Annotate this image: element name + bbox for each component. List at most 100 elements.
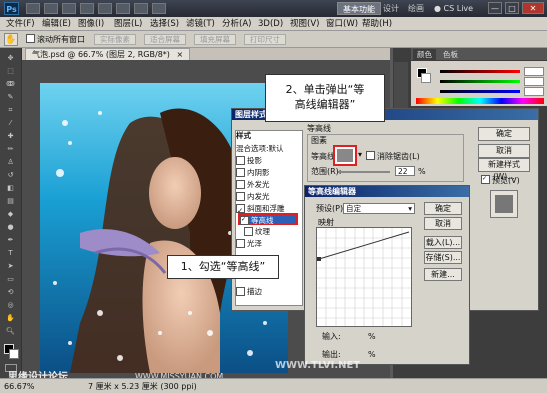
style-inner-shadow[interactable]: 内阴影 [236, 167, 300, 179]
actual-pixels-button[interactable]: 实际像素 [94, 34, 136, 45]
quick-select-tool-icon[interactable]: ✎ [3, 93, 18, 102]
green-value-field[interactable] [524, 77, 544, 86]
view-extras-icon[interactable] [62, 3, 76, 14]
contour-load-button[interactable]: 载入(L)... [424, 236, 462, 249]
tab-color[interactable]: 颜色 [413, 49, 436, 60]
zoom-level-icon[interactable] [80, 3, 94, 14]
dodge-tool-icon[interactable]: ● [3, 223, 18, 232]
eyedropper-tool-icon[interactable]: ⁄ [3, 119, 18, 128]
color-spectrum-bar[interactable] [416, 98, 544, 104]
new-style-button[interactable]: 新建样式(W)... [478, 158, 530, 181]
panel-background-swatch[interactable] [421, 73, 431, 83]
menu-window[interactable]: 窗口(W) [326, 18, 358, 30]
3d-rotate-tool-icon[interactable]: ⟲ [3, 288, 18, 297]
marquee-tool-icon[interactable]: ⬚ [3, 67, 18, 76]
blue-value-field[interactable] [524, 87, 544, 96]
menu-help[interactable]: 帮助(H) [362, 18, 392, 30]
antialias-checkbox[interactable]: 消除锯齿(L) [366, 151, 420, 162]
healing-tool-icon[interactable]: ✚ [3, 132, 18, 141]
style-texture[interactable]: 纹理 [244, 226, 308, 238]
contour-graph[interactable] [316, 227, 412, 327]
move-tool-icon[interactable]: ✥ [3, 54, 18, 63]
rotate-view-icon[interactable] [116, 3, 130, 14]
green-slider[interactable] [440, 80, 520, 83]
workspace-essentials[interactable]: 基本功能 [337, 2, 381, 15]
gradient-tool-icon[interactable]: ▤ [3, 197, 18, 206]
cs-live-button[interactable]: ● CS Live [434, 2, 473, 15]
style-drop-shadow[interactable]: 投影 [236, 155, 300, 167]
output-label: 输出: [322, 350, 341, 359]
contour-new-button[interactable]: 新建... [424, 268, 462, 281]
close-tab-icon[interactable]: × [176, 50, 183, 59]
scroll-all-windows-checkbox[interactable]: 滚动所有窗口 [26, 34, 85, 45]
contour-picker[interactable] [333, 145, 357, 166]
contour-dropdown-arrow[interactable]: ▾ [358, 150, 362, 160]
contour-save-button[interactable]: 存储(S)... [424, 251, 462, 264]
type-tool-icon[interactable]: T [3, 249, 18, 258]
mini-bridge-icon[interactable] [44, 3, 58, 14]
stamp-tool-icon[interactable]: ♙ [3, 158, 18, 167]
background-color-swatch[interactable] [9, 349, 19, 359]
history-brush-tool-icon[interactable]: ↺ [3, 171, 18, 180]
style-contour[interactable]: ✓ 等高线 [238, 213, 298, 225]
layer-style-ok-button[interactable]: 确定 [478, 127, 530, 141]
hand-tool-icon[interactable]: ✋ [3, 314, 18, 323]
menu-filter[interactable]: 滤镜(T) [186, 18, 215, 30]
menu-edit[interactable]: 编辑(E) [42, 18, 71, 30]
blue-slider[interactable] [440, 90, 520, 93]
bridge-icon[interactable] [26, 3, 40, 14]
style-satin[interactable]: 光泽 [236, 238, 300, 250]
cs-live-icon: ● [434, 4, 441, 13]
menu-file[interactable]: 文件(F) [6, 18, 35, 30]
cs-live-label: CS Live [443, 4, 474, 13]
blur-tool-icon[interactable]: ◆ [3, 210, 18, 219]
screen-mode-icon[interactable] [152, 3, 166, 14]
workspace-design[interactable]: 设计 [378, 2, 404, 15]
menu-view[interactable]: 视图(V) [290, 18, 319, 30]
contour-ok-button[interactable]: 确定 [424, 202, 462, 215]
hand-tool-icon[interactable]: ✋ [4, 33, 18, 46]
red-slider[interactable] [440, 70, 520, 73]
fill-screen-button[interactable]: 填充屏幕 [194, 34, 236, 45]
zoom-level[interactable]: 66.67% [4, 382, 35, 392]
range-slider[interactable] [338, 171, 390, 173]
menu-select[interactable]: 选择(S) [150, 18, 179, 30]
eraser-tool-icon[interactable]: ◧ [3, 184, 18, 193]
menu-3d[interactable]: 3D(D) [258, 18, 283, 30]
preview-checkbox[interactable]: ✓ 预览(V) [481, 175, 520, 186]
tools-panel: ✥ ⬚ ↂ ✎ ⌗ ⁄ ✚ ✏ ♙ ↺ ◧ ▤ ◆ ● ✒ T ➤ ▭ ⟲ ◎ … [0, 48, 22, 378]
crop-tool-icon[interactable]: ⌗ [3, 106, 18, 115]
workspace-painting[interactable]: 绘画 [403, 2, 429, 15]
tab-swatches[interactable]: 色板 [439, 49, 462, 60]
contour-editor-title: 等高线编辑器 [305, 186, 469, 197]
layer-style-cancel-button[interactable]: 取消 [478, 144, 530, 158]
hand-icon[interactable] [98, 3, 112, 14]
style-stroke[interactable]: 描边 [236, 286, 300, 298]
pen-tool-icon[interactable]: ✒ [3, 236, 18, 245]
minimize-button[interactable]: — [488, 2, 502, 14]
3d-orbit-tool-icon[interactable]: ◎ [3, 301, 18, 310]
style-inner-glow[interactable]: 内发光 [236, 191, 300, 203]
close-button[interactable]: ✕ [522, 2, 544, 14]
brush-tool-icon[interactable]: ✏ [3, 145, 18, 154]
arrange-documents-icon[interactable] [134, 3, 148, 14]
maximize-button[interactable]: □ [505, 2, 519, 14]
style-list-header[interactable]: 样式 [236, 130, 300, 142]
menu-analysis[interactable]: 分析(A) [222, 18, 251, 30]
lasso-tool-icon[interactable]: ↂ [3, 80, 18, 89]
contour-cancel-button[interactable]: 取消 [424, 217, 462, 230]
document-tab[interactable]: 气泡.psd @ 66.7% (图层 2, RGB/8*) × [25, 48, 191, 60]
style-outer-glow[interactable]: 外发光 [236, 179, 300, 191]
shape-tool-icon[interactable]: ▭ [3, 275, 18, 284]
preset-dropdown-icon: ▾ [408, 204, 412, 213]
fit-screen-button[interactable]: 适合屏幕 [144, 34, 186, 45]
zoom-tool-icon[interactable]: 🔍︎ [3, 327, 18, 336]
range-input[interactable]: 22 [395, 166, 415, 176]
path-select-tool-icon[interactable]: ➤ [3, 262, 18, 271]
menu-layer[interactable]: 图层(L) [114, 18, 142, 30]
print-size-button[interactable]: 打印尺寸 [244, 34, 286, 45]
preset-select[interactable]: 自定 ▾ [343, 203, 415, 214]
style-blending-options[interactable]: 混合选项:默认 [236, 143, 300, 155]
menu-image[interactable]: 图像(I) [78, 18, 104, 30]
red-value-field[interactable] [524, 67, 544, 76]
